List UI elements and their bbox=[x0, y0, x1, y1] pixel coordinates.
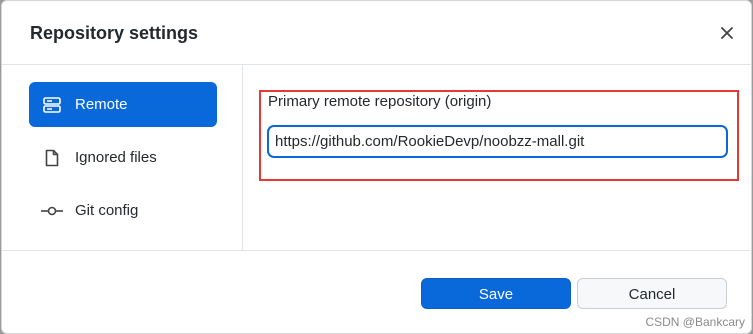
dialog-footer: Save Cancel CSDN @Bankcary bbox=[2, 250, 751, 333]
remote-settings-panel: Primary remote repository (origin) bbox=[243, 65, 751, 250]
sidebar-item-label: Ignored files bbox=[75, 149, 157, 166]
sidebar-item-label: Git config bbox=[75, 202, 139, 219]
git-commit-icon bbox=[41, 200, 63, 222]
cancel-button[interactable]: Cancel bbox=[577, 278, 727, 309]
sidebar-item-ignored-files[interactable]: Ignored files bbox=[29, 135, 217, 180]
file-icon bbox=[41, 147, 63, 169]
dialog-title: Repository settings bbox=[30, 23, 199, 43]
remote-label: Primary remote repository (origin) bbox=[268, 93, 492, 110]
remote-url-input[interactable] bbox=[268, 126, 727, 157]
dialog-header: Repository settings bbox=[2, 1, 751, 65]
sidebar-item-label: Remote bbox=[75, 96, 128, 113]
close-icon[interactable] bbox=[717, 23, 737, 43]
server-icon bbox=[41, 94, 63, 116]
sidebar: Remote Ignored files Git config bbox=[2, 65, 243, 250]
watermark: CSDN @Bankcary bbox=[645, 315, 745, 329]
sidebar-item-remote[interactable]: Remote bbox=[29, 82, 217, 127]
repository-settings-dialog: Repository settings Remote Ignored files… bbox=[1, 0, 752, 334]
sidebar-item-git-config[interactable]: Git config bbox=[29, 188, 217, 233]
save-button[interactable]: Save bbox=[421, 278, 571, 309]
